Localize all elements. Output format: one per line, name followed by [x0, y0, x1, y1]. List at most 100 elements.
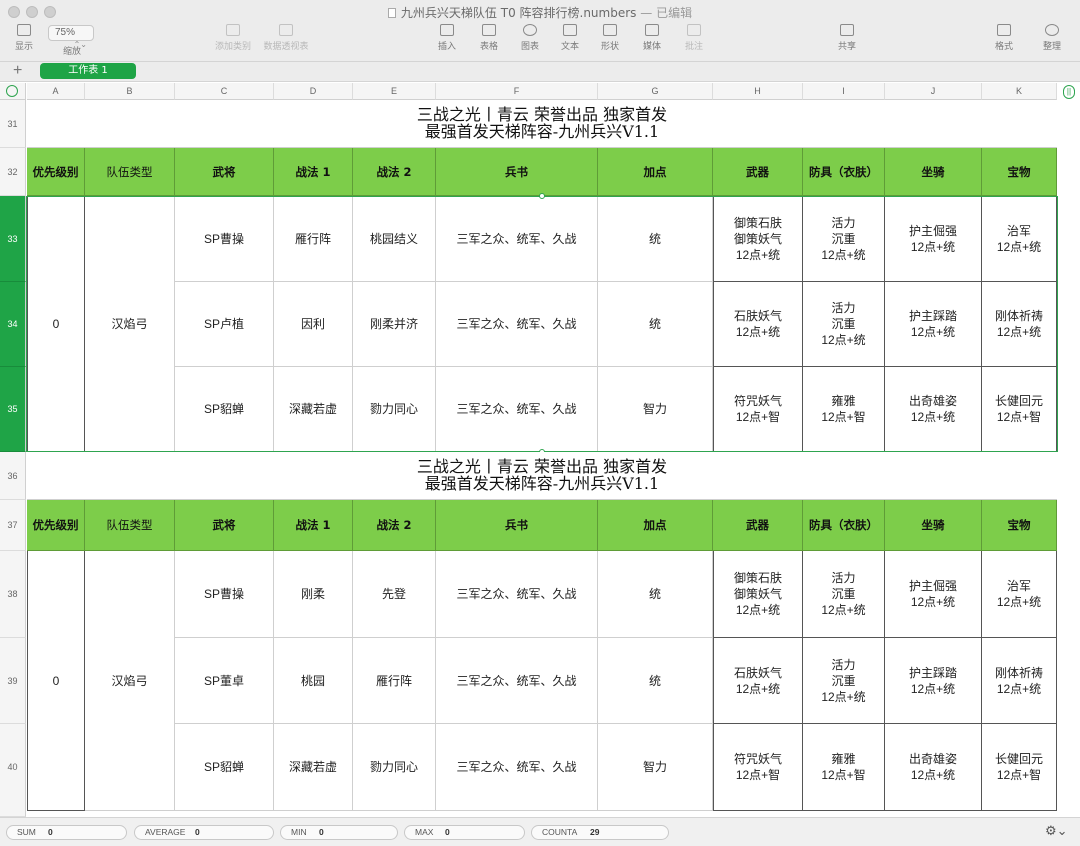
sheet-tab[interactable]: 工作表 1 — [40, 63, 136, 79]
book-cell[interactable]: 三军之众、统军、久战 — [436, 638, 598, 724]
tactic2-cell[interactable]: 雁行阵 — [353, 638, 436, 724]
sum-pill[interactable]: SUM 0 — [6, 825, 127, 840]
treasure-cell[interactable]: 刚体祈祷 12点+统 — [982, 638, 1057, 724]
points-cell[interactable]: 智力 — [598, 367, 713, 452]
mount-cell[interactable]: 护主倔强 12点+统 — [885, 551, 982, 638]
tactic2-cell[interactable]: 先登 — [353, 551, 436, 638]
header-priority[interactable]: 优先级别 — [27, 500, 85, 551]
header-tactic1[interactable]: 战法 1 — [274, 500, 353, 551]
header-mount[interactable]: 坐骑 — [885, 500, 982, 551]
selection-handle-top[interactable] — [539, 193, 545, 199]
general-cell[interactable]: SP貂蝉 — [175, 724, 274, 811]
header-armor[interactable]: 防具（衣肤） — [803, 148, 885, 196]
header-team-type[interactable]: 队伍类型 — [85, 500, 175, 551]
tactic1-cell[interactable]: 深藏若虚 — [274, 367, 353, 452]
header-tactic1[interactable]: 战法 1 — [274, 148, 353, 196]
add-sheet-button[interactable]: + — [13, 62, 22, 80]
tactic1-cell[interactable]: 深藏若虚 — [274, 724, 353, 811]
armor-cell[interactable]: 活力 沉重 12点+统 — [803, 196, 885, 282]
row-header[interactable]: 31 — [0, 100, 26, 148]
organize-button[interactable]: 整理 — [1037, 24, 1067, 58]
media-button[interactable]: 媒体 — [637, 24, 667, 58]
tactic1-cell[interactable]: 雁行阵 — [274, 196, 353, 282]
general-cell[interactable]: SP貂蝉 — [175, 367, 274, 452]
general-cell[interactable]: SP卢植 — [175, 282, 274, 367]
priority-cell[interactable]: 0 — [27, 551, 85, 811]
max-pill[interactable]: MAX 0 — [404, 825, 525, 840]
tactic2-cell[interactable]: 刚柔并济 — [353, 282, 436, 367]
header-team-type[interactable]: 队伍类型 — [85, 148, 175, 196]
row-header[interactable]: 38 — [0, 551, 26, 638]
book-cell[interactable]: 三军之众、统军、久战 — [436, 367, 598, 452]
treasure-cell[interactable]: 长健回元 12点+智 — [982, 367, 1057, 452]
armor-cell[interactable]: 活力 沉重 12点+统 — [803, 551, 885, 638]
team-type-cell[interactable]: 汉焰弓 — [85, 196, 175, 452]
view-button[interactable]: 显示 — [8, 24, 40, 58]
tactic2-cell[interactable]: 勠力同心 — [353, 367, 436, 452]
header-weapon[interactable]: 武器 — [713, 148, 803, 196]
row-header[interactable]: 37 — [0, 500, 26, 551]
treasure-cell[interactable]: 刚体祈祷 12点+统 — [982, 282, 1057, 367]
row-header[interactable]: 36 — [0, 452, 26, 500]
header-book[interactable]: 兵书 — [436, 148, 598, 196]
column-header-c[interactable]: C — [175, 83, 274, 100]
weapon-cell[interactable]: 符咒妖气 12点+智 — [713, 367, 803, 452]
weapon-cell[interactable]: 御策石肤 御策妖气 12点+统 — [713, 196, 803, 282]
armor-cell[interactable]: 活力 沉重 12点+统 — [803, 638, 885, 724]
row-header[interactable]: 39 — [0, 638, 26, 724]
treasure-cell[interactable]: 治军 12点+统 — [982, 551, 1057, 638]
column-header-a[interactable]: A — [27, 83, 85, 100]
mount-cell[interactable]: 出奇雄姿 12点+统 — [885, 724, 982, 811]
row-header[interactable]: 32 — [0, 148, 26, 196]
weapon-cell[interactable]: 石肤妖气 12点+统 — [713, 282, 803, 367]
table-button[interactable]: 表格 — [474, 24, 504, 58]
book-cell[interactable]: 三军之众、统军、久战 — [436, 196, 598, 282]
armor-cell[interactable]: 雍雅 12点+智 — [803, 724, 885, 811]
book-cell[interactable]: 三军之众、统军、久战 — [436, 724, 598, 811]
weapon-cell[interactable]: 符咒妖气 12点+智 — [713, 724, 803, 811]
tactic1-cell[interactable]: 桃园 — [274, 638, 353, 724]
row-header-selected[interactable]: 33 — [0, 196, 26, 282]
priority-cell[interactable]: 0 — [27, 196, 85, 452]
column-header-j[interactable]: J — [885, 83, 982, 100]
mount-cell[interactable]: 护主踩踏 12点+统 — [885, 282, 982, 367]
treasure-cell[interactable]: 长健回元 12点+智 — [982, 724, 1057, 811]
header-book[interactable]: 兵书 — [436, 500, 598, 551]
header-treasure[interactable]: 宝物 — [982, 148, 1057, 196]
header-mount[interactable]: 坐骑 — [885, 148, 982, 196]
book-cell[interactable]: 三军之众、统军、久战 — [436, 551, 598, 638]
tactic1-cell[interactable]: 因利 — [274, 282, 353, 367]
header-points[interactable]: 加点 — [598, 148, 713, 196]
format-button[interactable]: 格式 — [989, 24, 1019, 58]
points-cell[interactable]: 统 — [598, 196, 713, 282]
chart-button[interactable]: 图表 — [515, 24, 545, 58]
header-treasure[interactable]: 宝物 — [982, 500, 1057, 551]
mount-cell[interactable]: 护主踩踏 12点+统 — [885, 638, 982, 724]
header-points[interactable]: 加点 — [598, 500, 713, 551]
shape-button[interactable]: 形状 — [595, 24, 625, 58]
header-tactic2[interactable]: 战法 2 — [353, 500, 436, 551]
column-header-k[interactable]: K — [982, 83, 1057, 100]
row-header-selected[interactable]: 34 — [0, 282, 26, 367]
points-cell[interactable]: 统 — [598, 282, 713, 367]
column-header-h[interactable]: H — [713, 83, 803, 100]
zoom-select[interactable]: 75% ⌃⌄ — [48, 25, 94, 49]
general-cell[interactable]: SP董卓 — [175, 638, 274, 724]
points-cell[interactable]: 智力 — [598, 724, 713, 811]
header-general[interactable]: 武将 — [175, 148, 274, 196]
team-type-cell[interactable]: 汉焰弓 — [85, 551, 175, 811]
header-weapon[interactable]: 武器 — [713, 500, 803, 551]
tactic2-cell[interactable]: 勠力同心 — [353, 724, 436, 811]
column-header-e[interactable]: E — [353, 83, 436, 100]
add-category-button[interactable]: 添加类别 — [210, 24, 256, 58]
row-header[interactable]: 40 — [0, 724, 26, 817]
armor-cell[interactable]: 活力 沉重 12点+统 — [803, 282, 885, 367]
points-cell[interactable]: 统 — [598, 551, 713, 638]
general-cell[interactable]: SP曹操 — [175, 196, 274, 282]
select-all-corner[interactable] — [0, 83, 26, 100]
weapon-cell[interactable]: 御策石肤 御策妖气 12点+统 — [713, 551, 803, 638]
text-button[interactable]: 文本 — [555, 24, 585, 58]
share-button[interactable]: 共享 — [832, 24, 862, 58]
weapon-cell[interactable]: 石肤妖气 12点+统 — [713, 638, 803, 724]
header-priority[interactable]: 优先级别 — [27, 148, 85, 196]
